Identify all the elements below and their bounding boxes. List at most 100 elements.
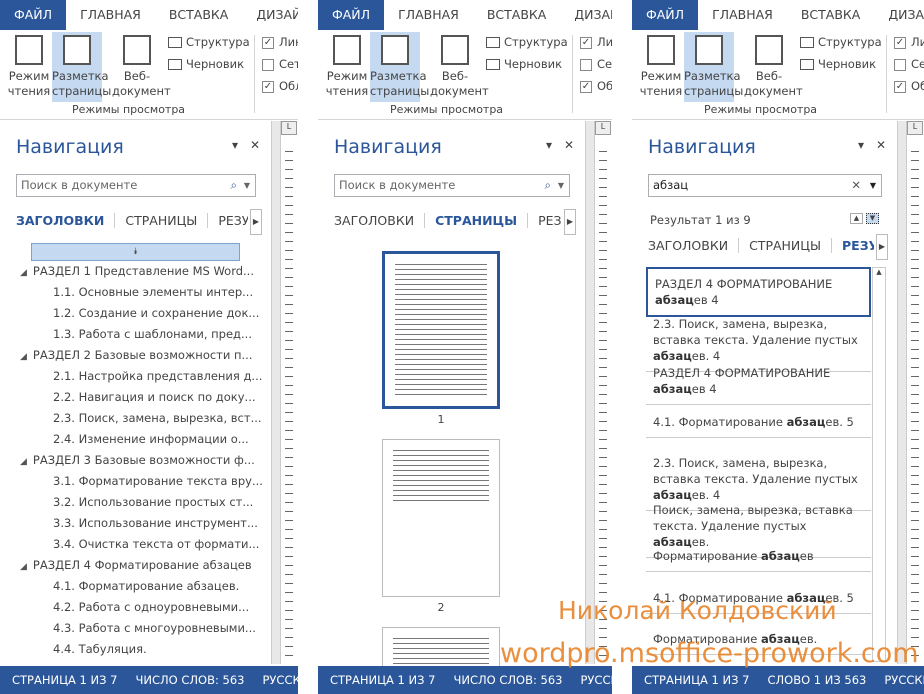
ribbon-checkbox[interactable]: ✓ Обл: [894, 79, 924, 93]
print-layout-button[interactable]: Разметка страницы: [370, 32, 429, 102]
ribbon-tab-1[interactable]: ГЛАВНАЯ: [384, 0, 473, 30]
heading-item[interactable]: 2.3. Поиск, замена, вырезка, вст...: [53, 411, 262, 425]
word-count[interactable]: СЛОВО 1 ИЗ 563: [767, 673, 866, 687]
draft-button[interactable]: Черновик: [486, 57, 562, 71]
previous-result-button[interactable]: ▲: [850, 213, 863, 224]
ribbon-tab-0[interactable]: ФАЙЛ: [318, 0, 385, 30]
outline-button[interactable]: Структура: [800, 35, 882, 49]
heading-item[interactable]: 4.4. Табуляция.: [53, 642, 147, 656]
draft-button[interactable]: Черновик: [800, 57, 876, 71]
ribbon-tab-0[interactable]: ФАЙЛ: [632, 0, 699, 30]
ribbon-checkbox[interactable]: ✓ Лин: [262, 35, 298, 49]
results-scrollbar[interactable]: ▲: [872, 267, 886, 662]
heading-item[interactable]: 3.2. Использование простых ст...: [53, 495, 253, 509]
heading-item[interactable]: 3.4. Очистка текста от формати...: [53, 537, 259, 551]
ribbon-checkbox[interactable]: Сет: [894, 57, 924, 71]
print-layout-button[interactable]: Разметка страницы: [52, 32, 111, 102]
expand-triangle-icon[interactable]: ◢: [20, 562, 27, 572]
draft-button[interactable]: Черновик: [168, 57, 244, 71]
nav-tab-2[interactable]: РЕЗУЛЬ: [208, 213, 248, 228]
search-icon[interactable]: ⌕: [231, 175, 237, 196]
page-thumbnail[interactable]: [382, 439, 500, 597]
ribbon-tab-1[interactable]: ГЛАВНАЯ: [698, 0, 787, 30]
nav-tab-0[interactable]: ЗАГОЛОВКИ: [334, 213, 426, 228]
chevron-down-icon[interactable]: ▼: [244, 175, 250, 196]
heading-item[interactable]: 2.1. Настройка представления д...: [53, 369, 262, 383]
search-icon[interactable]: ⌕: [545, 175, 551, 196]
ribbon-tab-1[interactable]: ГЛАВНАЯ: [66, 0, 155, 30]
close-icon[interactable]: ✕: [876, 138, 886, 152]
ribbon-checkbox[interactable]: ✓ Обл: [262, 79, 298, 93]
tab-selector[interactable]: L: [595, 121, 611, 135]
heading-item[interactable]: 3.3. Использование инструмент...: [53, 516, 258, 530]
expand-triangle-icon[interactable]: ◢: [20, 268, 27, 278]
nav-tab-2[interactable]: РЕЗУЛЬ: [832, 238, 874, 253]
heading-item[interactable]: 1.1. Основные элементы интер...: [53, 285, 253, 299]
heading-item[interactable]: 1.2. Создание и сохранение док...: [53, 306, 259, 320]
heading-item[interactable]: 2.4. Изменение информации о...: [53, 432, 249, 446]
nav-tab-1[interactable]: СТРАНИЦЫ: [115, 213, 209, 228]
read-mode-button[interactable]: Режим чтения: [322, 32, 372, 102]
ribbon-tab-2[interactable]: ВСТАВКА: [473, 0, 561, 30]
ribbon-tab-2[interactable]: ВСТАВКА: [155, 0, 243, 30]
checkbox[interactable]: ✓: [262, 36, 274, 49]
page-thumbnail[interactable]: [382, 251, 500, 409]
expand-triangle-icon[interactable]: ◢: [20, 352, 27, 362]
word-count[interactable]: ЧИСЛО СЛОВ: 563: [453, 673, 562, 687]
nav-tab-2[interactable]: РЕЗУЛЬ: [528, 213, 562, 228]
ribbon-checkbox[interactable]: Сет: [262, 57, 298, 71]
checkbox[interactable]: [580, 58, 592, 71]
ribbon-checkbox[interactable]: ✓ Лин: [580, 35, 612, 49]
heading-item[interactable]: 4.2. Работа с одноуровневыми...: [53, 600, 249, 614]
tab-selector[interactable]: L: [907, 121, 923, 135]
clear-icon[interactable]: ✕: [851, 175, 861, 196]
read-mode-button[interactable]: Режим чтения: [636, 32, 686, 102]
heading-item[interactable]: 4.1. Форматирование абзацев.: [53, 579, 239, 593]
tab-selector[interactable]: L: [281, 121, 297, 135]
search-result-item[interactable]: Форматирование абзацев: [646, 541, 871, 572]
checkbox[interactable]: ✓: [580, 36, 592, 49]
checkbox[interactable]: ✓: [894, 80, 906, 93]
chevron-down-icon[interactable]: ▼: [558, 175, 564, 196]
checkbox[interactable]: ✓: [580, 80, 592, 93]
web-layout-button[interactable]: Веб-документ: [112, 32, 171, 102]
heading-item[interactable]: 3.1. Форматирование текста вру...: [53, 474, 263, 488]
expand-triangle-icon[interactable]: ◢: [20, 457, 27, 467]
search-input[interactable]: Поиск в документе ⌕ ▼: [334, 174, 570, 197]
nav-tab-1[interactable]: СТРАНИЦЫ: [425, 213, 529, 228]
word-count[interactable]: ЧИСЛО СЛОВ: 563: [135, 673, 244, 687]
language[interactable]: РУССКИЙ: [580, 673, 612, 687]
ribbon-tab-3[interactable]: ДИЗАЙН: [242, 0, 298, 30]
nav-tab-0[interactable]: ЗАГОЛОВКИ: [648, 238, 740, 253]
web-layout-button[interactable]: Веб-документ: [430, 32, 489, 102]
ribbon-tab-2[interactable]: ВСТАВКА: [787, 0, 875, 30]
tabs-scroll-right[interactable]: ▶: [876, 234, 888, 260]
close-icon[interactable]: ✕: [564, 138, 574, 152]
nav-tab-0[interactable]: ЗАГОЛОВКИ: [16, 213, 116, 228]
pane-options-icon[interactable]: ▾: [858, 138, 864, 152]
tabs-scroll-right[interactable]: ▶: [250, 209, 262, 235]
search-input[interactable]: абзац ✕ ▼: [648, 174, 882, 197]
page-indicator[interactable]: СТРАНИЦА 1 ИЗ 7: [644, 673, 749, 687]
close-icon[interactable]: ✕: [250, 138, 260, 152]
ribbon-checkbox[interactable]: ✓ Обл: [580, 79, 612, 93]
search-input[interactable]: Поиск в документе ⌕ ▼: [16, 174, 256, 197]
web-layout-button[interactable]: Веб-документ: [744, 32, 803, 102]
checkbox[interactable]: [262, 58, 274, 71]
heading-item[interactable]: 1.3. Работа с шаблонами, пред...: [53, 327, 252, 341]
page-indicator[interactable]: СТРАНИЦА 1 ИЗ 7: [330, 673, 435, 687]
tabs-scroll-right[interactable]: ▶: [564, 209, 576, 235]
ribbon-tab-3[interactable]: ДИЗАЙН: [874, 0, 924, 30]
heading-item[interactable]: 2.2. Навигация и поиск по доку...: [53, 390, 256, 404]
checkbox[interactable]: [894, 58, 906, 71]
heading-item[interactable]: ◢ РАЗДЕЛ 3 Базовые возможности ф...: [20, 453, 255, 467]
search-result-item[interactable]: 4.1. Форматирование абзацев. 5: [646, 407, 871, 438]
heading-item[interactable]: 4.3. Работа с многоуровневыми...: [53, 621, 256, 635]
collapse-bar[interactable]: ⯯: [31, 243, 240, 261]
search-result-item[interactable]: РАЗДЕЛ 4 ФОРМАТИРОВАНИЕ абзацев 4: [646, 358, 871, 405]
heading-item[interactable]: ◢ РАЗДЕЛ 4 Форматирование абзацев: [20, 558, 252, 572]
ribbon-tab-0[interactable]: ФАЙЛ: [0, 0, 67, 30]
chevron-down-icon[interactable]: ▼: [870, 175, 876, 196]
nav-tab-1[interactable]: СТРАНИЦЫ: [739, 238, 833, 253]
next-result-button[interactable]: ▼: [866, 213, 879, 224]
